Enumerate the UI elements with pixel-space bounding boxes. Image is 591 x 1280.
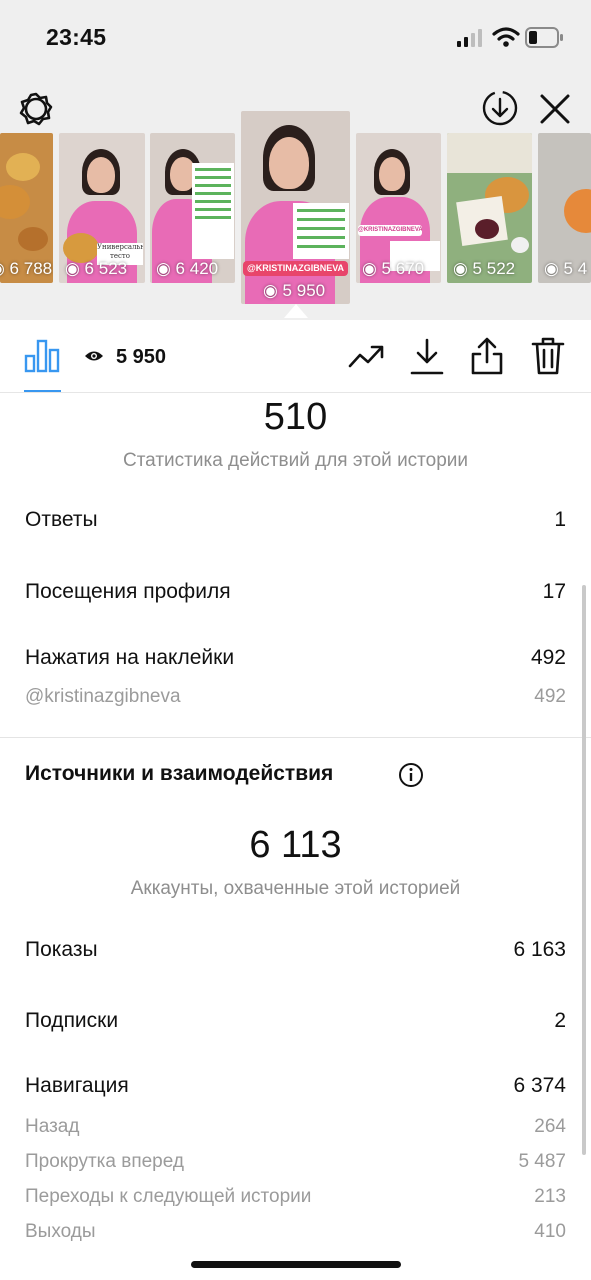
stat-sublabel: Прокрутка вперед xyxy=(25,1151,184,1172)
toolbar-view-count: 5 950 xyxy=(116,346,167,368)
stat-label: Посещения профиля xyxy=(25,580,231,603)
stat-value: 1 xyxy=(554,508,566,531)
share-icon[interactable] xyxy=(470,336,504,376)
download-circle-icon[interactable] xyxy=(481,89,519,127)
stat-subvalue: 5 487 xyxy=(518,1151,566,1172)
battery-icon xyxy=(525,27,563,48)
stat-label: Ответы xyxy=(25,508,98,531)
stat-subvalue: 213 xyxy=(534,1186,566,1207)
trash-icon[interactable] xyxy=(530,336,566,376)
nav-row-back: Назад 264 xyxy=(25,1116,566,1146)
stat-subvalue: 410 xyxy=(534,1221,566,1242)
stat-sublabel: Переходы к следующей истории xyxy=(25,1186,312,1207)
status-bar: 23:45 xyxy=(0,0,591,80)
actions-caption: Статистика действий для этой истории xyxy=(122,450,469,471)
mention-sticker: @KRISTINAZGIBNEVA xyxy=(243,261,348,276)
stat-value: 492 xyxy=(530,646,566,669)
story-header: ◉ 6 788 Универсальное тесто ◉ 6 523 ◉ 6 … xyxy=(0,80,591,320)
wifi-icon xyxy=(492,27,520,47)
active-tab-underline xyxy=(24,390,61,392)
stat-row-replies: Ответы 1 xyxy=(25,508,566,538)
story-thumbnail[interactable]: Универсальное тесто ◉ 6 523 xyxy=(59,133,145,283)
stat-label: Подписки xyxy=(25,1009,119,1032)
stat-row-sticker-mention: @kristinazgibneva 492 xyxy=(25,686,566,716)
cellular-signal-icon xyxy=(457,29,482,47)
stat-label: Показы xyxy=(25,938,98,961)
view-count: ◉ 5 522 xyxy=(453,259,516,278)
stat-subvalue: 492 xyxy=(534,686,566,707)
story-thumbnail[interactable]: @KRISTINAZGIBNEVA ◉ 5 670 xyxy=(356,133,441,283)
stat-row-impressions: Показы 6 163 xyxy=(25,938,566,968)
story-thumbnail-selected[interactable]: @KRISTINAZGIBNEVA ◉ 5 950 xyxy=(241,111,350,304)
view-count: ◉ 5 4 xyxy=(544,259,588,278)
stat-value: 17 xyxy=(542,580,566,603)
clock: 23:45 xyxy=(46,24,107,50)
stat-sublabel: Назад xyxy=(25,1116,80,1137)
stat-row-profile-visits: Посещения профиля 17 xyxy=(25,580,566,610)
story-thumbnail[interactable]: ◉ 6 420 xyxy=(150,133,235,283)
story-thumbnail[interactable]: ◉ 5 4 xyxy=(538,133,591,283)
stat-row-follows: Подписки 2 xyxy=(25,1009,566,1039)
insights-toolbar: 5 950 xyxy=(0,320,591,393)
stat-row-navigation: Навигация 6 374 xyxy=(25,1074,566,1104)
stat-label: Нажатия на наклейки xyxy=(25,646,235,669)
settings-gear-icon[interactable] xyxy=(19,92,53,126)
stat-label: Навигация xyxy=(25,1074,129,1097)
view-count: ◉ 6 788 xyxy=(0,259,53,278)
nav-row-forward: Прокрутка вперед 5 487 xyxy=(25,1151,566,1181)
mention-sticker: @KRISTINAZGIBNEVA xyxy=(358,225,422,236)
reach-caption: Аккаунты, охваченные этой историей xyxy=(130,878,461,899)
scrollbar[interactable] xyxy=(582,585,586,1155)
section-divider xyxy=(0,737,591,738)
story-checklist xyxy=(192,163,234,259)
story-checklist xyxy=(293,203,349,259)
home-indicator[interactable] xyxy=(191,1261,401,1268)
insights-bar-chart-icon[interactable] xyxy=(24,338,60,374)
stat-sublabel: @kristinazgibneva xyxy=(25,686,181,707)
download-icon[interactable] xyxy=(410,338,444,376)
selected-indicator xyxy=(284,304,308,318)
view-count: ◉ 5 950 xyxy=(263,281,326,300)
stat-value: 6 374 xyxy=(513,1074,566,1097)
story-thumbnail[interactable]: ◉ 5 522 xyxy=(447,133,532,283)
stat-value: 6 163 xyxy=(513,938,566,961)
stat-sublabel: Выходы xyxy=(25,1221,96,1242)
stat-row-sticker-taps: Нажатия на наклейки 492 xyxy=(25,646,566,676)
story-thumbnail[interactable]: ◉ 6 788 xyxy=(0,133,53,283)
view-count: ◉ 5 670 xyxy=(362,259,425,278)
stat-value: 2 xyxy=(554,1009,566,1032)
view-count: ◉ 6 420 xyxy=(156,259,219,278)
stat-subvalue: 264 xyxy=(534,1116,566,1137)
trending-arrow-icon[interactable] xyxy=(348,342,386,372)
nav-row-next-story: Переходы к следующей истории 213 xyxy=(25,1186,566,1216)
discovery-section-title: Источники и взаимодействия xyxy=(25,762,334,785)
reach-total: 6 113 xyxy=(249,824,342,866)
info-icon[interactable] xyxy=(398,762,424,788)
actions-total: 510 xyxy=(263,396,328,438)
nav-row-exits: Выходы 410 xyxy=(25,1221,566,1251)
eye-icon xyxy=(85,351,103,361)
close-icon[interactable] xyxy=(538,92,572,126)
view-count: ◉ 6 523 xyxy=(65,259,128,278)
